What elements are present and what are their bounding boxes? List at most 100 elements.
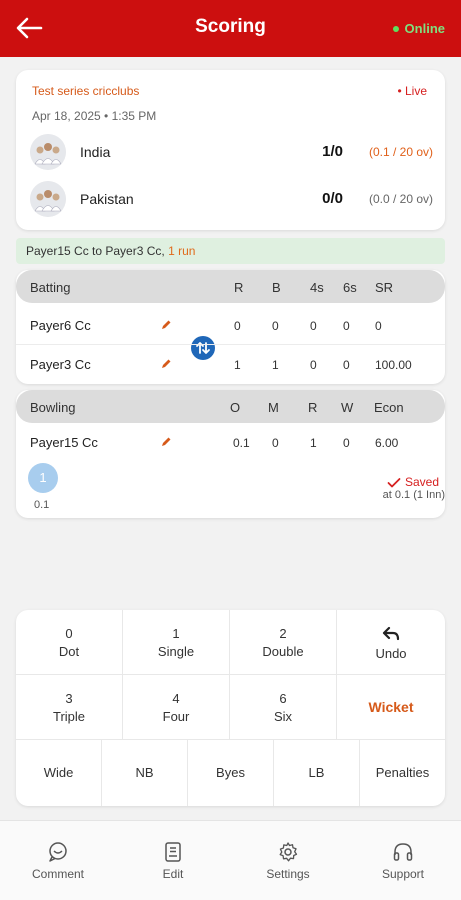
nav-label: Settings bbox=[266, 867, 310, 881]
six-button[interactable]: 6 Six bbox=[230, 675, 337, 740]
col-balls: B bbox=[272, 280, 281, 295]
key-label: Four bbox=[162, 709, 190, 724]
key-value: 1 bbox=[172, 626, 180, 641]
edit-pencil-icon[interactable] bbox=[160, 436, 172, 448]
key-label: Double bbox=[262, 644, 304, 659]
batting-card: Batting R B 4s 6s SR Payer6 Cc 0 0 0 0 0… bbox=[16, 270, 445, 384]
undo-button[interactable]: Undo bbox=[337, 610, 445, 675]
online-dot-icon bbox=[392, 25, 399, 32]
key-label: LB bbox=[308, 765, 325, 780]
nav-label: Support bbox=[381, 867, 425, 881]
team-overs: (0.0 / 20 ov) bbox=[368, 192, 433, 206]
team-score: 0/0 bbox=[322, 190, 343, 207]
no-ball-button[interactable]: NB bbox=[102, 740, 188, 806]
edit-pencil-icon[interactable] bbox=[160, 319, 172, 331]
saved-subtext: at 0.1 (1 Inn) bbox=[382, 489, 445, 501]
commentary-text: Payer15 Cc to Payer3 Cc, bbox=[26, 244, 165, 258]
edit-pencil-icon[interactable] bbox=[160, 358, 172, 370]
team-avatar-icon bbox=[30, 181, 66, 217]
last-ball-commentary: Payer15 Cc to Payer3 Cc, 1 run bbox=[16, 238, 445, 264]
leg-byes-button[interactable]: LB bbox=[274, 740, 360, 806]
batter-name: Payer3 Cc bbox=[30, 357, 91, 372]
saved-status: Saved bbox=[387, 475, 439, 489]
key-value: 4 bbox=[172, 691, 180, 706]
undo-icon bbox=[382, 626, 400, 641]
wicket-button[interactable]: Wicket bbox=[337, 675, 445, 740]
saved-label: Saved bbox=[404, 475, 439, 489]
bowler-runs: 1 bbox=[310, 436, 317, 450]
col-sixes: 6s bbox=[343, 280, 357, 295]
triple-button[interactable]: 3 Triple bbox=[16, 675, 123, 740]
key-label: Triple bbox=[52, 709, 86, 724]
batter-row[interactable]: Payer6 Cc 0 0 0 0 0 bbox=[16, 306, 445, 360]
nav-comment[interactable]: Comment bbox=[13, 841, 103, 881]
key-label: Six bbox=[273, 709, 293, 724]
batter-balls: 1 bbox=[272, 358, 279, 372]
bowler-maidens: 0 bbox=[272, 436, 279, 450]
key-label: Wide bbox=[43, 765, 74, 780]
batter-name: Payer6 Cc bbox=[30, 318, 91, 333]
bowling-card: Bowling O M R W Econ Payer15 Cc 0.1 0 1 … bbox=[16, 390, 445, 518]
ball-number: 0.1 bbox=[34, 499, 50, 511]
team-avatar-icon bbox=[30, 134, 66, 170]
bowling-title: Bowling bbox=[30, 400, 76, 415]
nav-support[interactable]: Support bbox=[358, 841, 448, 881]
ball-bubble[interactable]: 1 bbox=[28, 463, 58, 493]
key-value: 0 bbox=[65, 626, 73, 641]
key-value: 6 bbox=[279, 691, 287, 706]
key-label: Undo bbox=[375, 646, 407, 661]
key-label: Penalties bbox=[375, 765, 430, 780]
headset-icon bbox=[393, 843, 413, 861]
col-runs-conceded: R bbox=[308, 400, 318, 415]
check-icon bbox=[387, 477, 401, 488]
nav-edit[interactable]: Edit bbox=[128, 841, 218, 881]
bowler-row[interactable]: Payer15 Cc 0.1 0 1 0 6.00 bbox=[16, 426, 445, 464]
key-label: Wicket bbox=[368, 699, 414, 715]
match-date: Apr 18, 2025 • 1:35 PM bbox=[32, 109, 157, 123]
batter-sixes: 0 bbox=[343, 358, 350, 372]
batting-title: Batting bbox=[30, 280, 71, 295]
col-strike-rate: SR bbox=[375, 280, 394, 295]
double-button[interactable]: 2 Double bbox=[230, 610, 337, 675]
batter-sixes: 0 bbox=[343, 319, 350, 333]
key-value: 2 bbox=[279, 626, 287, 641]
bowling-header: Bowling O M R W Econ bbox=[16, 390, 445, 423]
bottom-navigation: Comment Edit Settings Support bbox=[0, 820, 461, 900]
key-label: NB bbox=[135, 765, 154, 780]
col-runs: R bbox=[234, 280, 244, 295]
col-maidens: M bbox=[268, 400, 279, 415]
key-label: Dot bbox=[58, 644, 80, 659]
four-button[interactable]: 4 Four bbox=[123, 675, 230, 740]
col-overs: O bbox=[230, 400, 241, 415]
team-overs: (0.1 / 20 ov) bbox=[368, 145, 433, 159]
nav-settings[interactable]: Settings bbox=[243, 841, 333, 881]
nav-label: Comment bbox=[31, 867, 84, 881]
bowler-overs: 0.1 bbox=[233, 436, 250, 450]
wide-button[interactable]: Wide bbox=[16, 740, 102, 806]
team-row-pakistan: Pakistan 0/0 (0.0 / 20 ov) bbox=[30, 181, 435, 219]
byes-button[interactable]: Byes bbox=[188, 740, 274, 806]
dot-ball-button[interactable]: 0 Dot bbox=[16, 610, 123, 675]
batting-header: Batting R B 4s 6s SR bbox=[16, 270, 445, 303]
match-summary-card[interactable]: Test series cricclubs • Live Apr 18, 202… bbox=[16, 70, 445, 230]
comment-icon bbox=[49, 842, 67, 862]
bowler-name: Payer15 Cc bbox=[30, 435, 98, 450]
app-header: Scoring Online bbox=[0, 0, 461, 57]
nav-label: Edit bbox=[162, 867, 184, 881]
col-wickets: W bbox=[341, 400, 354, 415]
bowler-economy: 6.00 bbox=[375, 436, 399, 450]
penalties-button[interactable]: Penalties bbox=[360, 740, 445, 806]
batter-runs: 0 bbox=[234, 319, 241, 333]
key-label: Single bbox=[157, 644, 195, 659]
batter-strike-rate: 0 bbox=[375, 319, 382, 333]
batter-fours: 0 bbox=[310, 358, 317, 372]
bowler-wickets: 0 bbox=[343, 436, 350, 450]
batter-runs: 1 bbox=[234, 358, 241, 372]
single-button[interactable]: 1 Single bbox=[123, 610, 230, 675]
live-badge: • Live bbox=[397, 84, 427, 98]
batter-balls: 0 bbox=[272, 319, 279, 333]
batter-row[interactable]: Payer3 Cc 1 1 0 0 100.00 bbox=[16, 345, 445, 383]
series-name: Test series cricclubs bbox=[32, 84, 140, 98]
online-status: Online bbox=[392, 21, 445, 36]
key-label: Byes bbox=[216, 765, 245, 780]
